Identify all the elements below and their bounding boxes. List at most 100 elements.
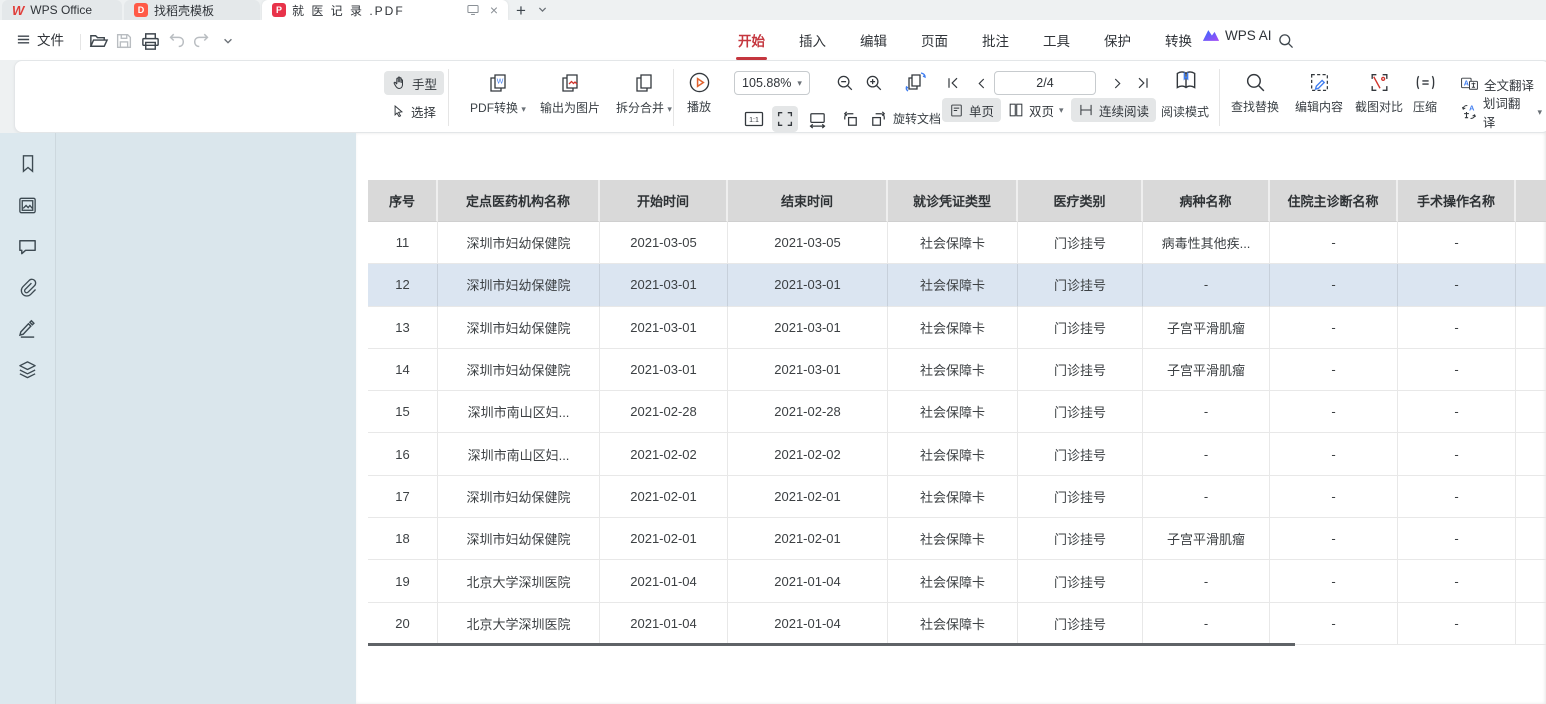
- menu-item-3[interactable]: 编辑: [858, 26, 889, 54]
- table-cell: 2021-02-28: [728, 391, 888, 433]
- wps-ai-button[interactable]: WPS AI: [1202, 28, 1272, 43]
- read-mode-label[interactable]: 阅读模式: [1161, 103, 1209, 120]
- window-tab-bar: W WPS Office D 找稻壳模板 P 就 医 记 录 .PDF × +: [0, 0, 1546, 20]
- table-cell: [1516, 391, 1546, 433]
- save-icon[interactable]: [112, 29, 136, 53]
- menu-search-icon[interactable]: [1274, 29, 1298, 53]
- table-cell: -: [1398, 518, 1516, 560]
- fit-width-icon[interactable]: [804, 106, 830, 132]
- table-cell: -: [1398, 349, 1516, 391]
- menu-items: 开始 插入 编辑 页面 批注 工具 保护 转换: [736, 20, 1194, 60]
- new-tab-button[interactable]: +: [516, 1, 526, 21]
- docer-logo-icon: D: [134, 3, 148, 17]
- table-cell: 门诊挂号: [1018, 603, 1143, 645]
- menu-item-8[interactable]: 转换: [1163, 26, 1194, 54]
- full-translate-icon: A: [1460, 76, 1479, 93]
- redo-icon[interactable]: [190, 29, 214, 53]
- table-cell: 深圳市妇幼保健院: [438, 222, 600, 264]
- menu-item-6[interactable]: 工具: [1041, 26, 1072, 54]
- more-commands-chevron-icon[interactable]: [216, 29, 240, 53]
- menu-item-4[interactable]: 页面: [919, 26, 950, 54]
- rotate-left-icon[interactable]: [837, 106, 863, 132]
- word-translate-button[interactable]: A 划词翻译 ▾: [1453, 100, 1546, 124]
- table-row: 11深圳市妇幼保健院2021-03-052021-03-05社会保障卡门诊挂号病…: [368, 222, 1546, 264]
- zoom-out-icon[interactable]: [832, 70, 858, 96]
- table-cell: 深圳市妇幼保健院: [438, 307, 600, 349]
- select-tool-button[interactable]: 选择: [384, 99, 443, 123]
- table-row: 20北京大学深圳医院2021-01-042021-01-04社会保障卡门诊挂号-…: [368, 603, 1546, 645]
- table-cell: 北京大学深圳医院: [438, 560, 600, 602]
- table-cell: 深圳市妇幼保健院: [438, 518, 600, 560]
- tab-document[interactable]: P 就 医 记 录 .PDF ×: [262, 0, 508, 20]
- close-tab-icon[interactable]: ×: [490, 2, 498, 18]
- menu-item-5[interactable]: 批注: [980, 26, 1011, 54]
- single-page-button[interactable]: 单页: [942, 98, 1001, 122]
- print-icon[interactable]: [138, 29, 162, 53]
- table-header-cell: 住院主诊断名称: [1270, 180, 1398, 222]
- compress-button[interactable]: 压缩: [1405, 71, 1445, 115]
- table-cell: -: [1270, 603, 1398, 645]
- sidebar-icons: [0, 152, 55, 381]
- single-page-icon: [949, 103, 964, 118]
- table-cell: -: [1143, 433, 1270, 475]
- double-page-icon: [1008, 102, 1024, 118]
- table-cell: 16: [368, 433, 438, 475]
- wps-ai-label: WPS AI: [1225, 28, 1272, 43]
- previous-page-icon[interactable]: [968, 70, 994, 96]
- screenshot-compare-button[interactable]: 截图对比: [1347, 71, 1411, 115]
- rotate-right-icon[interactable]: [865, 106, 891, 132]
- table-header-cell: 结束时间: [728, 180, 888, 222]
- menu-item-1[interactable]: 开始: [736, 26, 767, 54]
- file-menu-button[interactable]: 文件: [16, 29, 64, 49]
- hand-tool-button[interactable]: 手型: [384, 71, 444, 95]
- page-indicator-input[interactable]: 2/4: [994, 71, 1096, 95]
- play-button[interactable]: 播放: [663, 71, 735, 115]
- menu-item-7[interactable]: 保护: [1102, 26, 1133, 54]
- last-page-icon[interactable]: [1130, 70, 1156, 96]
- table-cell: 15: [368, 391, 438, 433]
- table-cell: 2021-02-01: [600, 476, 728, 518]
- actual-size-icon[interactable]: 1:1: [741, 106, 767, 132]
- find-replace-button[interactable]: 查找替换: [1223, 71, 1287, 115]
- read-mode-icon[interactable]: [1173, 68, 1199, 94]
- open-file-icon[interactable]: [86, 29, 110, 53]
- double-page-button[interactable]: 双页 ▾: [1001, 98, 1071, 122]
- table-cell: 12: [368, 264, 438, 306]
- table-cell: 社会保障卡: [888, 603, 1018, 645]
- table-cell: 深圳市南山区妇...: [438, 391, 600, 433]
- undo-icon[interactable]: [164, 29, 188, 53]
- attachment-icon[interactable]: [16, 275, 40, 299]
- table-cell: 2021-02-01: [728, 476, 888, 518]
- table-header-cell: 病种名称: [1143, 180, 1270, 222]
- present-to-screen-icon[interactable]: [466, 2, 480, 18]
- next-page-icon[interactable]: [1104, 70, 1130, 96]
- layers-icon[interactable]: [16, 357, 40, 381]
- tab-wps-office[interactable]: W WPS Office: [2, 0, 122, 20]
- zoom-in-icon[interactable]: [861, 70, 887, 96]
- signature-icon[interactable]: [16, 316, 40, 340]
- table-cell: 2021-03-01: [728, 264, 888, 306]
- table-cell: 社会保障卡: [888, 433, 1018, 475]
- tab-docer-templates[interactable]: D 找稻壳模板: [124, 0, 260, 20]
- tab-list-chevron-icon[interactable]: [537, 4, 548, 15]
- table-cell: -: [1270, 391, 1398, 433]
- zoom-level-select[interactable]: 105.88% ▾: [734, 71, 810, 95]
- rotate-document-label[interactable]: 旋转文档: [893, 110, 941, 127]
- compress-icon: [1405, 71, 1445, 94]
- fit-page-icon[interactable]: [772, 106, 798, 132]
- thumbnail-icon[interactable]: [16, 193, 40, 217]
- edit-content-button[interactable]: 编辑内容: [1287, 71, 1351, 115]
- menu-item-2[interactable]: 插入: [797, 26, 828, 54]
- find-replace-icon: [1223, 71, 1287, 94]
- table-header-cell: 手术操作名称: [1398, 180, 1516, 222]
- comment-icon[interactable]: [16, 234, 40, 258]
- table-cell: 北京大学深圳医院: [438, 603, 600, 645]
- first-page-icon[interactable]: [940, 70, 966, 96]
- rotate-document-icon[interactable]: [903, 69, 929, 95]
- bookmark-icon[interactable]: [16, 152, 40, 176]
- continuous-read-button[interactable]: 连续阅读: [1071, 98, 1156, 122]
- table-cell: [1516, 307, 1546, 349]
- table-cell: 2021-03-01: [728, 307, 888, 349]
- table-cell: -: [1270, 433, 1398, 475]
- table-cell: [1516, 264, 1546, 306]
